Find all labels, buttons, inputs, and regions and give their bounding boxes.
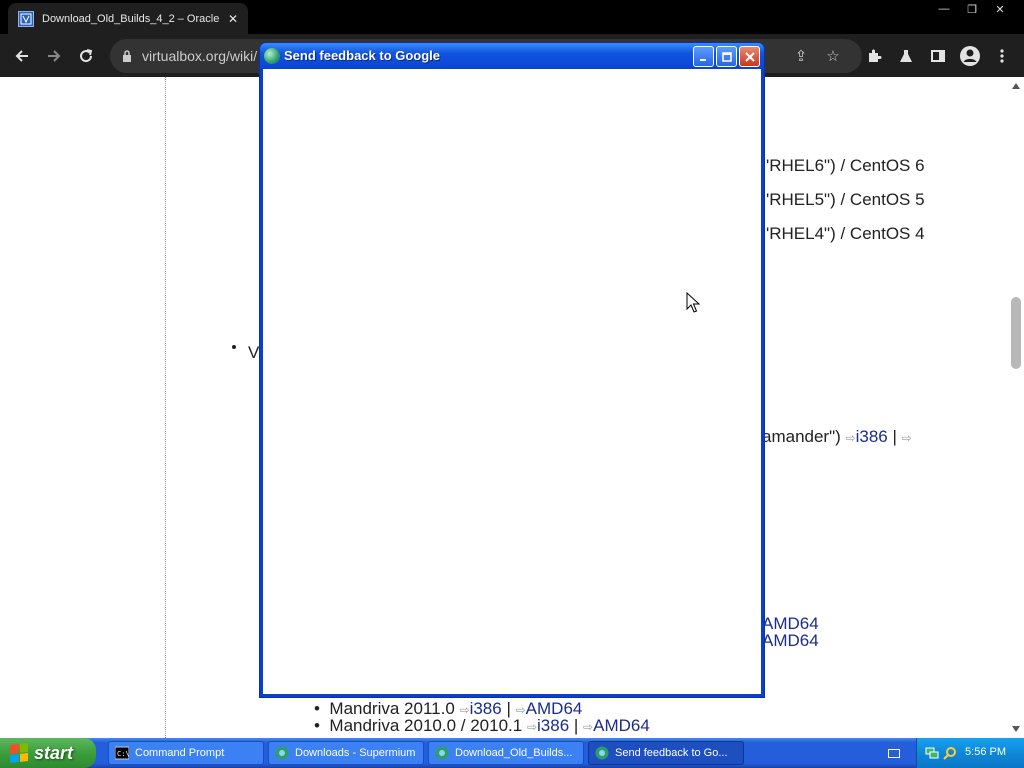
close-window-icon[interactable]: ✕	[988, 0, 1012, 18]
supermium-icon	[435, 746, 449, 760]
list-bullet-dot: •	[314, 716, 330, 735]
keyboard-icon[interactable]	[888, 749, 900, 758]
reload-icon[interactable]	[74, 44, 98, 68]
clock[interactable]: 5:56 PM	[965, 746, 1006, 758]
scroll-up-icon[interactable]	[1012, 83, 1020, 89]
side-panel-icon[interactable]	[926, 44, 950, 68]
separator: |	[573, 716, 579, 735]
network-icon[interactable]	[925, 746, 939, 760]
window-controls: — ❐ ✕	[928, 0, 1024, 18]
taskbar-item-label: Download_Old_Builds...	[455, 747, 573, 759]
list-item: • Mandriva 2010.0 / 2010.1 ⇨i386 | ⇨AMD6…	[314, 716, 650, 736]
scroll-down-icon[interactable]	[1012, 726, 1020, 732]
dialog-content	[263, 69, 761, 694]
dialog-title: Send feedback to Google	[284, 48, 441, 63]
tab-title: Download_Old_Builds_4_2 – Oracle	[42, 12, 220, 25]
share-icon[interactable]: ⇪	[792, 47, 810, 65]
svg-text:C:\: C:\	[117, 750, 129, 758]
taskbar-item-download-old-builds[interactable]: Download_Old_Builds...	[428, 741, 584, 765]
menu-icon[interactable]	[990, 44, 1014, 68]
back-icon[interactable]	[10, 44, 34, 68]
lock-icon	[123, 50, 131, 62]
browser-tab[interactable]: Download_Old_Builds_4_2 – Oracle ✕	[8, 3, 248, 34]
labs-icon[interactable]	[894, 44, 918, 68]
tab-close-icon[interactable]: ✕	[228, 12, 238, 26]
star-icon[interactable]: ☆	[824, 47, 842, 65]
taskbar-item-label: Downloads - Supermium	[295, 747, 416, 759]
mandriva-2010-amd64-link[interactable]: AMD64	[593, 716, 650, 735]
start-label: start	[34, 742, 74, 763]
dialog-close-button[interactable]	[739, 46, 760, 67]
taskbar: start C:\ Command Prompt Downloads - Sup…	[0, 738, 1024, 768]
page-scrollbar[interactable]	[1008, 77, 1024, 738]
bullet-text: V	[248, 343, 260, 362]
mandriva-2010-label: Mandriva 2010.0 / 2010.1	[329, 716, 523, 735]
external-link-icon: ⇨	[515, 703, 526, 717]
system-tray: 5:56 PM	[916, 738, 1024, 768]
mandriva-2010-i386-link[interactable]: i386	[537, 716, 569, 735]
windows-logo-icon	[10, 743, 28, 763]
salamander-text: amander")	[762, 427, 841, 446]
taskbar-item-label: Command Prompt	[135, 747, 225, 759]
minimize-window-icon[interactable]: —	[932, 0, 956, 18]
external-link-icon: ⇨	[901, 431, 912, 445]
url-text: virtualbox.org/wiki/	[142, 48, 258, 64]
scrollbar-thumb[interactable]	[1011, 297, 1021, 369]
screen: Download_Old_Builds_4_2 – Oracle ✕ — ❐ ✕…	[0, 0, 1024, 768]
taskbar-item-label: Send feedback to Go...	[615, 747, 728, 759]
search-icon[interactable]	[943, 746, 957, 760]
amd64-link[interactable]: AMD64	[762, 631, 819, 651]
rhel6-text: 'RHEL6") / CentOS 6	[766, 156, 925, 175]
restore-window-icon[interactable]: ❐	[960, 0, 984, 18]
feedback-dialog: Send feedback to Google	[259, 42, 765, 698]
command-prompt-icon: C:\	[115, 746, 129, 760]
tab-bar: Download_Old_Builds_4_2 – Oracle ✕ — ❐ ✕	[0, 0, 1024, 34]
rhel5-text: 'RHEL5") / CentOS 5	[766, 190, 925, 209]
content-border	[165, 77, 166, 738]
chrome-app-icon	[264, 48, 280, 64]
salamander-line: amander") ⇨i386 | ⇨	[762, 427, 912, 447]
supermium-icon	[275, 746, 289, 760]
taskbar-item-downloads[interactable]: Downloads - Supermium	[268, 741, 424, 765]
salamander-i386-link[interactable]: i386	[856, 427, 888, 446]
extensions-icon[interactable]	[862, 44, 886, 68]
external-link-icon: ⇨	[526, 720, 538, 734]
virtualbox-favicon-icon	[18, 10, 34, 27]
forward-icon[interactable]	[42, 44, 66, 68]
dialog-minimize-button[interactable]	[693, 46, 714, 67]
list-bullet	[232, 345, 236, 349]
separator: |	[892, 427, 897, 446]
external-link-icon: ⇨	[845, 431, 856, 445]
taskbar-item-command-prompt[interactable]: C:\ Command Prompt	[108, 741, 264, 765]
rhel4-text: 'RHEL4") / CentOS 4	[766, 224, 925, 243]
mouse-cursor-icon	[686, 292, 700, 313]
dialog-title-bar[interactable]: Send feedback to Google	[260, 43, 764, 69]
supermium-icon	[595, 746, 609, 760]
external-link-icon: ⇨	[459, 703, 470, 717]
start-button[interactable]: start	[0, 738, 96, 768]
taskbar-item-send-feedback[interactable]: Send feedback to Go...	[588, 741, 744, 765]
profile-icon[interactable]	[958, 44, 982, 68]
external-link-icon: ⇨	[583, 720, 594, 734]
dialog-maximize-button[interactable]	[716, 46, 737, 67]
